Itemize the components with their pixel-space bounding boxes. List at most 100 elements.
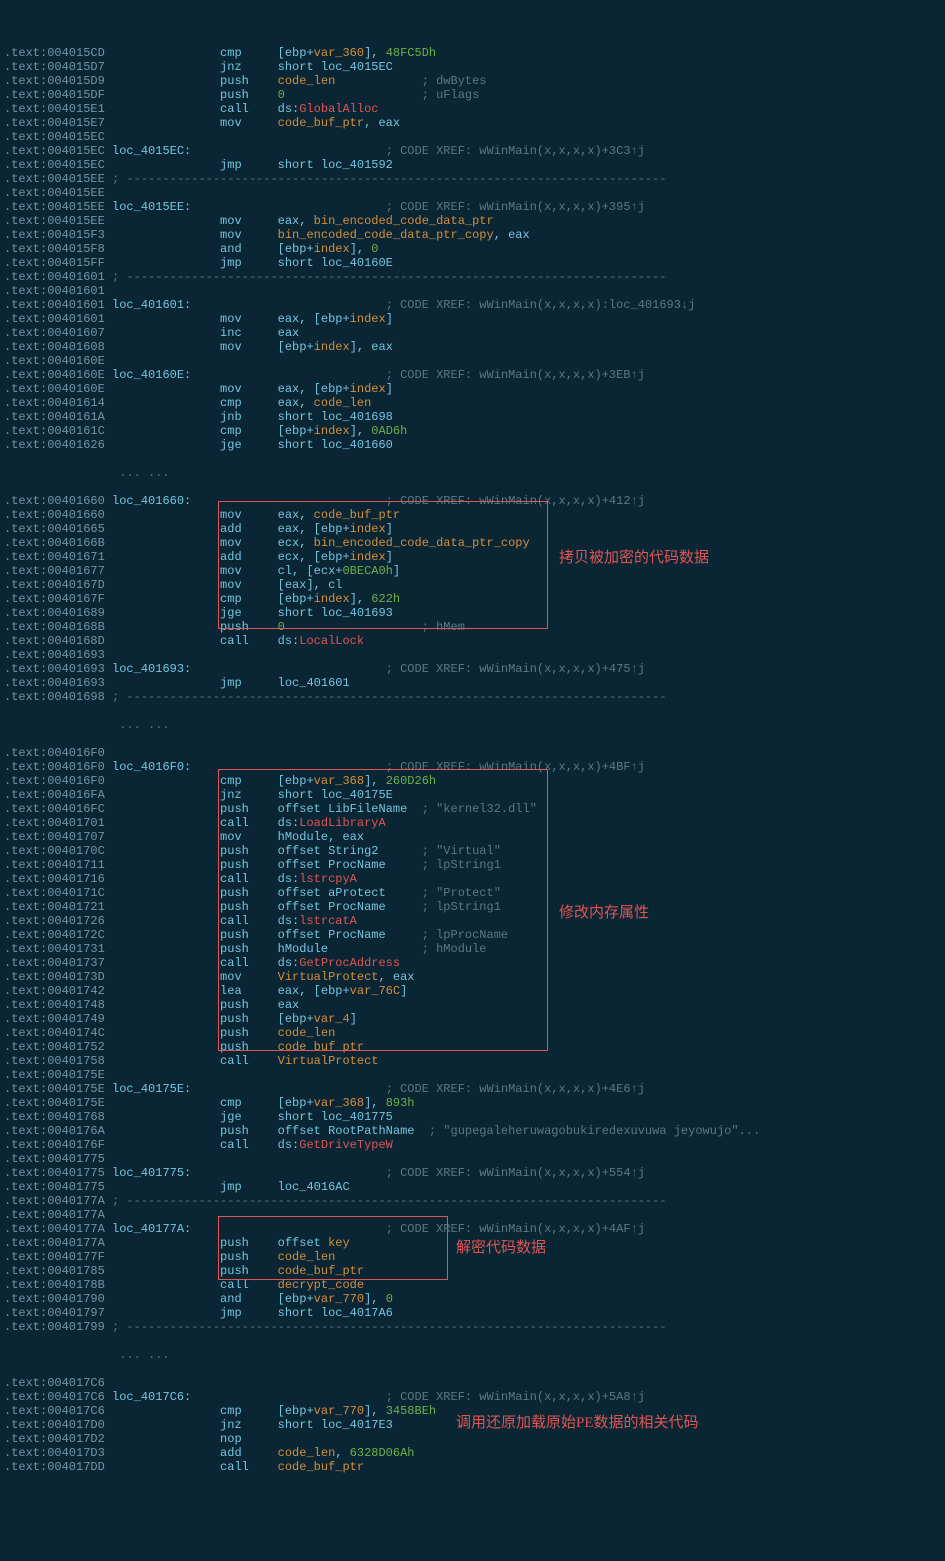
mnemonic: push (220, 1040, 278, 1054)
operand: short loc_401592 (278, 158, 393, 172)
operand: [ebp+ (278, 774, 314, 788)
address: .text:00401726 (4, 914, 105, 928)
address: .text:00401693 (4, 676, 105, 690)
operand: LoadLibraryA (299, 816, 385, 830)
mnemonic: lea (220, 984, 278, 998)
operand: cl, [ecx+ (278, 564, 343, 578)
address: .text:00401790 (4, 1292, 105, 1306)
operand: short loc_4015EC (278, 60, 393, 74)
address: .text:00401698 (4, 690, 105, 704)
address: .text:004015F8 (4, 242, 105, 256)
mnemonic: push (220, 1250, 278, 1264)
operand: eax, (278, 214, 314, 228)
mnemonic: call (220, 914, 278, 928)
address: .text:004015EC (4, 144, 105, 158)
operand: offset ProcName (278, 858, 393, 872)
address: .text:00401707 (4, 830, 105, 844)
operand: ds: (278, 956, 300, 970)
operand: var_770 (314, 1404, 364, 1418)
mnemonic: jge (220, 1110, 278, 1124)
address: .text:00401601 (4, 284, 105, 298)
mnemonic: jmp (220, 256, 278, 270)
operand: 6328D06Ah (350, 1446, 415, 1460)
operand: code_buf_ptr (278, 1460, 364, 1474)
address: .text:004015CD (4, 46, 105, 60)
address: .text:00401797 (4, 1306, 105, 1320)
address: .text:004015E1 (4, 102, 105, 116)
operand: var_368 (314, 1096, 364, 1110)
operand: offset LibFileName (278, 802, 415, 816)
operand: 0AD6h (371, 424, 407, 438)
operand: [ebp+ (278, 340, 314, 354)
mnemonic: call (220, 634, 278, 648)
mnemonic: jmp (220, 1180, 278, 1194)
address: .text:00401731 (4, 942, 105, 956)
address: .text:004017C6 (4, 1390, 105, 1404)
operand: var_4 (314, 1012, 350, 1026)
xref-comment: ; CODE XREF: wWinMain(x,x,x,x)+3C3↑j (386, 144, 645, 158)
address: .text:0040160E (4, 368, 105, 382)
address: .text:00401660 (4, 494, 105, 508)
mnemonic: call (220, 1138, 278, 1152)
address: .text:0040177A (4, 1222, 105, 1236)
address: .text:0040177A (4, 1208, 105, 1222)
address: .text:00401775 (4, 1166, 105, 1180)
operand: [ebp+ (278, 424, 314, 438)
mnemonic: push (220, 1026, 278, 1040)
address: .text:0040167F (4, 592, 105, 606)
operand: decrypt_code (278, 1278, 364, 1292)
operand: hModule, eax (278, 830, 364, 844)
operand: offset ProcName (278, 928, 393, 942)
label: loc_401660: (112, 494, 328, 508)
mnemonic: push (220, 88, 278, 102)
operand: ] (386, 312, 393, 326)
operand: ] (400, 984, 407, 998)
operand: [ebp+ (278, 1292, 314, 1306)
label: loc_4015EE: (112, 200, 328, 214)
operand: 0 (278, 88, 285, 102)
operand: index (314, 242, 350, 256)
operand: offset (278, 1236, 328, 1250)
mnemonic: push (220, 858, 278, 872)
operand: short loc_4017E3 (278, 1418, 393, 1432)
operand: ], eax (350, 340, 393, 354)
address: .text:004016F0 (4, 746, 105, 760)
comment: ; dwBytes (422, 74, 487, 88)
mnemonic: call (220, 1460, 278, 1474)
address: .text:004015EE (4, 186, 105, 200)
operand: offset RootPathName (278, 1124, 422, 1138)
address: .text:0040175E (4, 1096, 105, 1110)
mnemonic: call (220, 102, 278, 116)
mnemonic: push (220, 1012, 278, 1026)
mnemonic: jge (220, 438, 278, 452)
address: .text:00401758 (4, 1054, 105, 1068)
address: .text:004016F0 (4, 774, 105, 788)
mnemonic: mov (220, 312, 278, 326)
operand: [ebp+ (278, 1404, 314, 1418)
address: .text:004017C6 (4, 1404, 105, 1418)
operand: short loc_401698 (278, 410, 393, 424)
address: .text:004016FA (4, 788, 105, 802)
label: loc_4015EC: (112, 144, 328, 158)
operand: , eax (378, 970, 414, 984)
comment: ; "kernel32.dll" (422, 802, 537, 816)
operand: LocalLock (299, 634, 364, 648)
operand: , eax (494, 228, 530, 242)
mnemonic: mov (220, 228, 278, 242)
operand: lstrcatA (299, 914, 357, 928)
address: .text:00401660 (4, 508, 105, 522)
operand: ], (364, 1292, 386, 1306)
address: .text:0040168B (4, 620, 105, 634)
operand: index (350, 382, 386, 396)
operand: 622h (371, 592, 400, 606)
operand: ] (386, 522, 393, 536)
address: .text:00401608 (4, 340, 105, 354)
label: loc_401693: (112, 662, 328, 676)
comment: ; uFlags (422, 88, 480, 102)
address: .text:00401614 (4, 396, 105, 410)
address: .text:0040171C (4, 886, 105, 900)
address: .text:0040175E (4, 1068, 105, 1082)
comment: ; hModule (422, 942, 487, 956)
operand: eax (278, 998, 300, 1012)
mnemonic: mov (220, 970, 278, 984)
